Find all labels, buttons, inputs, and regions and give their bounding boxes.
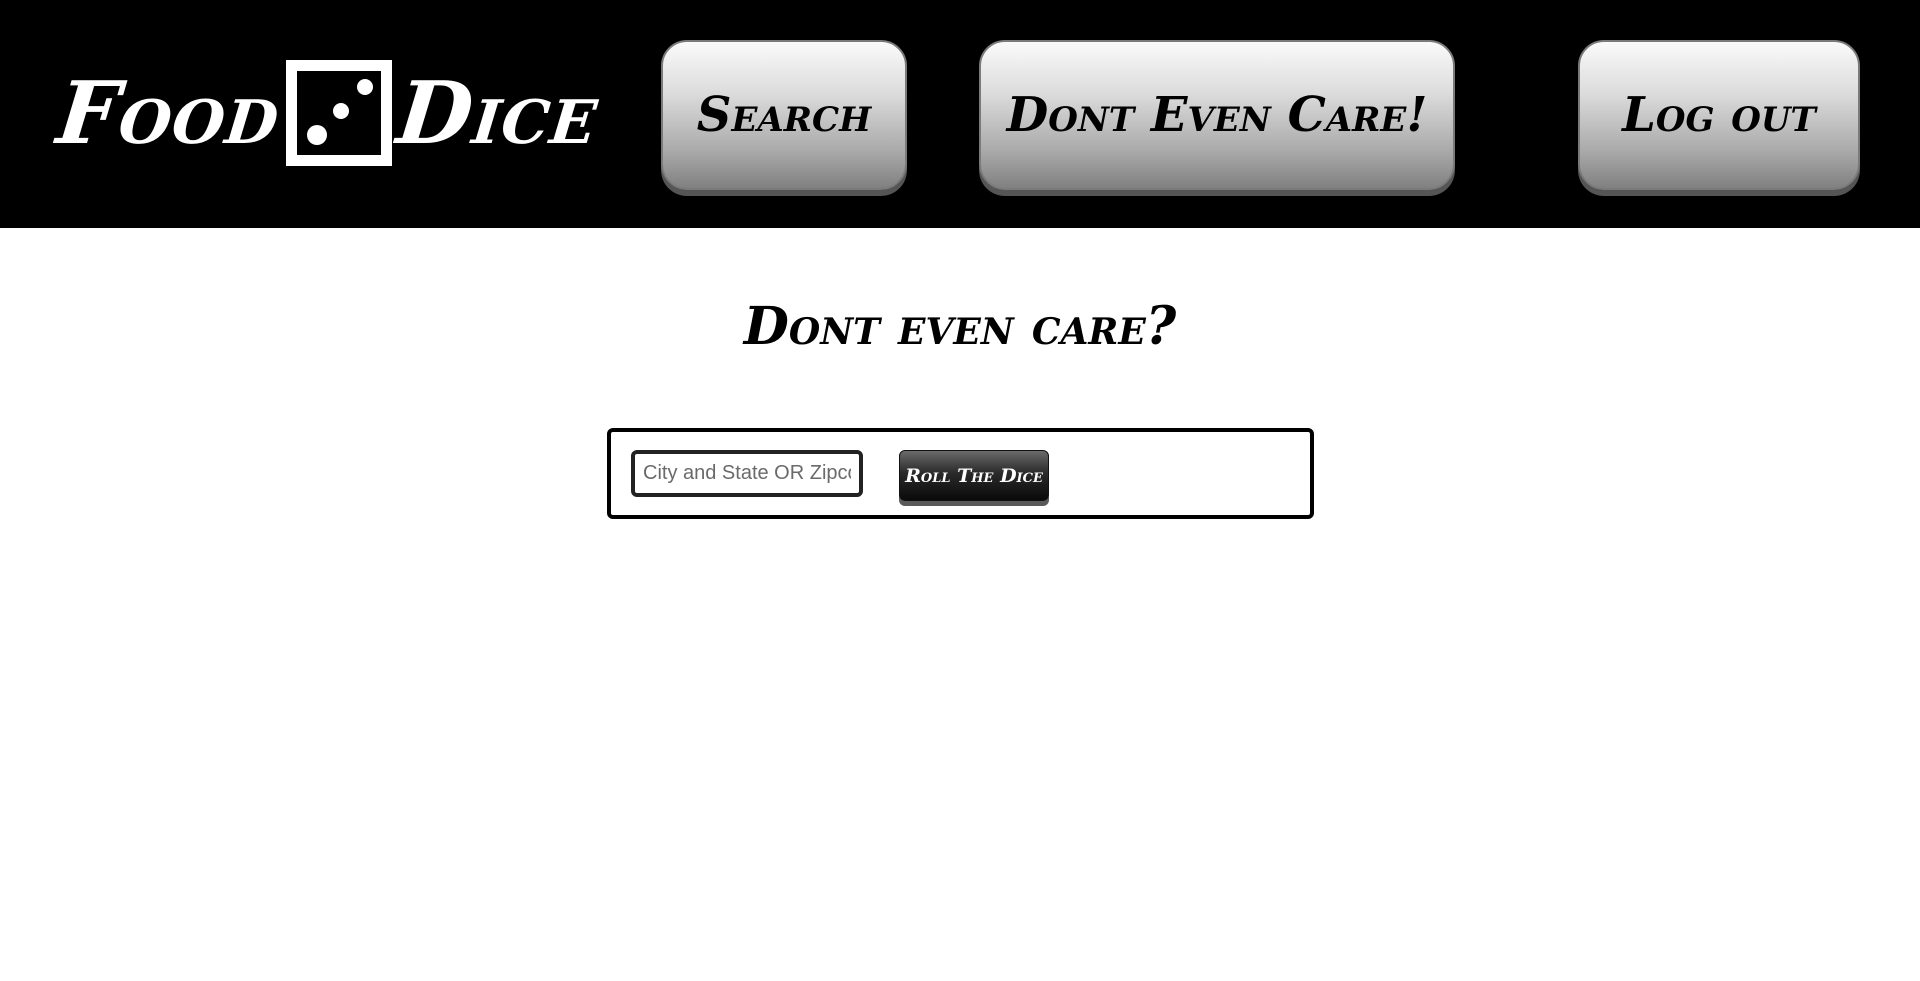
logo-text-food: Food — [52, 62, 285, 164]
page-title: Dont even care? — [743, 296, 1177, 357]
logo-text-dice: Dice — [392, 62, 604, 164]
dont-even-care-nav-button[interactable]: Dont Even Care! — [979, 40, 1455, 190]
search-nav-button[interactable]: Search — [661, 40, 907, 190]
food-dice-logo[interactable]: Food Dice — [53, 58, 603, 168]
log-out-button[interactable]: Log out — [1578, 40, 1860, 190]
location-input[interactable] — [631, 450, 863, 497]
dice-pip — [356, 79, 373, 95]
roll-the-dice-button[interactable]: Roll The Dice — [899, 450, 1049, 501]
dice-pip — [332, 103, 349, 119]
roll-dice-form: Roll The Dice — [607, 428, 1314, 519]
site-header: Food Dice Search Dont Even Care! Log out — [0, 0, 1920, 228]
dice-pip — [306, 125, 327, 145]
dice-three-icon — [285, 60, 392, 166]
